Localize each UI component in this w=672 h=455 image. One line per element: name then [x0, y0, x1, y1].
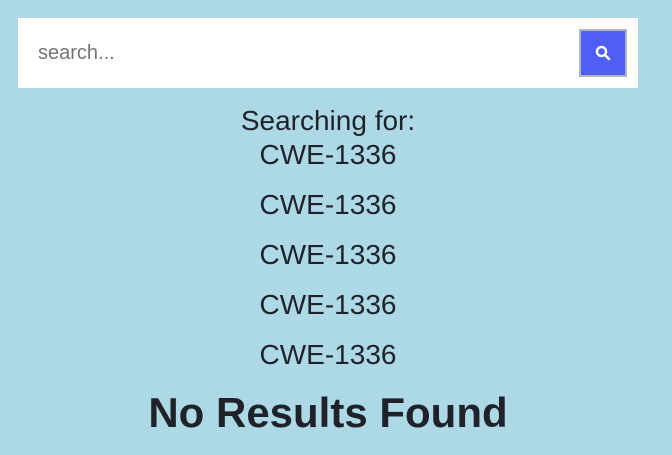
search-icon [595, 45, 611, 61]
no-results-message: No Results Found [148, 389, 508, 436]
search-input[interactable] [18, 18, 578, 88]
search-button[interactable] [579, 29, 627, 77]
query-item: CWE-1336 [259, 189, 397, 220]
search-bar [18, 18, 638, 88]
query-list: CWE-1336 CWE-1336 CWE-1336 CWE-1336 CWE-… [0, 138, 656, 372]
search-results: Searching for: CWE-1336 CWE-1336 CWE-133… [0, 104, 656, 438]
query-item: CWE-1336 [259, 339, 397, 370]
query-item: CWE-1336 [259, 139, 397, 170]
query-item: CWE-1336 [259, 239, 397, 270]
query-item: CWE-1336 [259, 289, 397, 320]
searching-for-label: Searching for: [240, 105, 416, 136]
